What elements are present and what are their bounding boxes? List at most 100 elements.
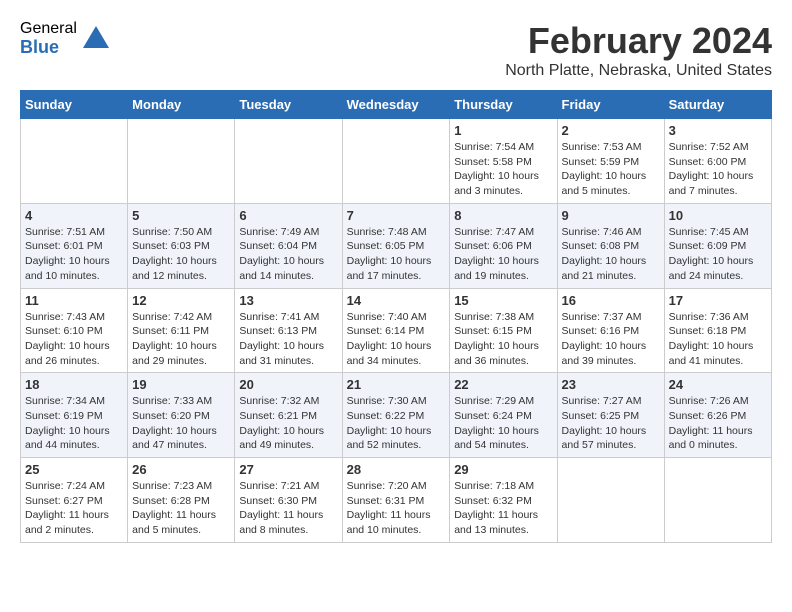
calendar-day-cell: 17 Sunrise: 7:36 AM Sunset: 6:18 PM Dayli… [664,288,771,373]
calendar-day-cell: 4 Sunrise: 7:51 AM Sunset: 6:01 PM Daylig… [21,203,128,288]
calendar-week-row: 11Sunrise: 7:43 AM Sunset: 6:10 PM Dayli… [21,288,772,373]
location: North Platte, Nebraska, United States [505,62,772,80]
day-info: Sunrise: 7:47 AM Sunset: 6:06 PM Dayligh… [454,225,552,284]
calendar-day-cell: 2Sunrise: 7:53 AM Sunset: 5:59 PM Daylig… [557,119,664,204]
calendar-day-cell: 11Sunrise: 7:43 AM Sunset: 6:10 PM Dayli… [21,288,128,373]
calendar-day-cell: 19 Sunrise: 7:33 AM Sunset: 6:20 PM Dayli… [128,373,235,458]
calendar-day-cell: 6 Sunrise: 7:49 AM Sunset: 6:04 PM Daylig… [235,203,342,288]
day-info: Sunrise: 7:18 AM Sunset: 6:32 PM Dayligh… [454,479,552,538]
day-info: Sunrise: 7:45 AM Sunset: 6:09 PM Dayligh… [669,225,767,284]
calendar-day-cell [664,458,771,543]
day-number: 19 [132,377,230,392]
calendar-day-cell: 13 Sunrise: 7:41 AM Sunset: 6:13 PM Dayli… [235,288,342,373]
day-number: 4 [25,208,123,223]
day-number: 23 [562,377,660,392]
calendar-week-row: 1 Sunrise: 7:54 AM Sunset: 5:58 PM Daylig… [21,119,772,204]
calendar-day-cell: 7Sunrise: 7:48 AM Sunset: 6:05 PM Daylig… [342,203,450,288]
day-number: 24 [669,377,767,392]
calendar-day-cell: 12 Sunrise: 7:42 AM Sunset: 6:11 PM Dayli… [128,288,235,373]
logo: General Blue [20,20,111,57]
title-section: February 2024 North Platte, Nebraska, Un… [505,20,772,80]
weekday-header: Wednesday [342,91,450,119]
calendar-day-cell: 3 Sunrise: 7:52 AM Sunset: 6:00 PM Daylig… [664,119,771,204]
logo-icon [81,24,111,54]
page-header: General Blue February 2024 North Platte,… [20,20,772,80]
day-number: 8 [454,208,552,223]
day-info: Sunrise: 7:50 AM Sunset: 6:03 PM Dayligh… [132,225,230,284]
day-info: Sunrise: 7:20 AM Sunset: 6:31 PM Dayligh… [347,479,446,538]
day-number: 10 [669,208,767,223]
calendar-day-cell [21,119,128,204]
calendar-day-cell: 10 Sunrise: 7:45 AM Sunset: 6:09 PM Dayli… [664,203,771,288]
calendar-day-cell: 18 Sunrise: 7:34 AM Sunset: 6:19 PM Dayli… [21,373,128,458]
day-number: 3 [669,123,767,138]
day-info: Sunrise: 7:46 AM Sunset: 6:08 PM Dayligh… [562,225,660,284]
calendar-day-cell: 23Sunrise: 7:27 AM Sunset: 6:25 PM Dayli… [557,373,664,458]
weekday-header: Thursday [450,91,557,119]
month-title: February 2024 [505,20,772,62]
calendar-day-cell [128,119,235,204]
weekday-header: Monday [128,91,235,119]
calendar-day-cell: 20 Sunrise: 7:32 AM Sunset: 6:21 PM Dayli… [235,373,342,458]
day-number: 21 [347,377,446,392]
logo-blue: Blue [20,38,77,58]
day-number: 14 [347,293,446,308]
day-info: Sunrise: 7:54 AM Sunset: 5:58 PM Dayligh… [454,140,552,199]
weekday-header: Friday [557,91,664,119]
day-info: Sunrise: 7:36 AM Sunset: 6:18 PM Dayligh… [669,310,767,369]
day-number: 12 [132,293,230,308]
day-info: Sunrise: 7:30 AM Sunset: 6:22 PM Dayligh… [347,394,446,453]
calendar-day-cell: 29 Sunrise: 7:18 AM Sunset: 6:32 PM Dayli… [450,458,557,543]
day-info: Sunrise: 7:40 AM Sunset: 6:14 PM Dayligh… [347,310,446,369]
day-number: 17 [669,293,767,308]
weekday-header: Sunday [21,91,128,119]
day-number: 18 [25,377,123,392]
calendar-day-cell: 26Sunrise: 7:23 AM Sunset: 6:28 PM Dayli… [128,458,235,543]
calendar-week-row: 4 Sunrise: 7:51 AM Sunset: 6:01 PM Daylig… [21,203,772,288]
weekday-header: Saturday [664,91,771,119]
day-info: Sunrise: 7:41 AM Sunset: 6:13 PM Dayligh… [239,310,337,369]
calendar-day-cell [557,458,664,543]
day-info: Sunrise: 7:38 AM Sunset: 6:15 PM Dayligh… [454,310,552,369]
day-number: 5 [132,208,230,223]
day-info: Sunrise: 7:51 AM Sunset: 6:01 PM Dayligh… [25,225,123,284]
calendar-day-cell: 28 Sunrise: 7:20 AM Sunset: 6:31 PM Dayli… [342,458,450,543]
day-number: 28 [347,462,446,477]
calendar-table: SundayMondayTuesdayWednesdayThursdayFrid… [20,90,772,543]
day-info: Sunrise: 7:42 AM Sunset: 6:11 PM Dayligh… [132,310,230,369]
day-number: 22 [454,377,552,392]
day-number: 29 [454,462,552,477]
day-number: 1 [454,123,552,138]
day-info: Sunrise: 7:37 AM Sunset: 6:16 PM Dayligh… [562,310,660,369]
calendar-day-cell: 9 Sunrise: 7:46 AM Sunset: 6:08 PM Daylig… [557,203,664,288]
calendar-day-cell [235,119,342,204]
calendar-day-cell: 21 Sunrise: 7:30 AM Sunset: 6:22 PM Dayli… [342,373,450,458]
calendar-day-cell: 16 Sunrise: 7:37 AM Sunset: 6:16 PM Dayli… [557,288,664,373]
day-number: 7 [347,208,446,223]
logo-general: General [20,20,77,38]
day-info: Sunrise: 7:33 AM Sunset: 6:20 PM Dayligh… [132,394,230,453]
calendar-day-cell: 27 Sunrise: 7:21 AM Sunset: 6:30 PM Dayli… [235,458,342,543]
day-info: Sunrise: 7:52 AM Sunset: 6:00 PM Dayligh… [669,140,767,199]
day-number: 6 [239,208,337,223]
calendar-day-cell [342,119,450,204]
logo-text: General Blue [20,20,77,57]
day-number: 16 [562,293,660,308]
calendar-day-cell: 8 Sunrise: 7:47 AM Sunset: 6:06 PM Daylig… [450,203,557,288]
calendar-day-cell: 22 Sunrise: 7:29 AM Sunset: 6:24 PM Dayli… [450,373,557,458]
day-number: 9 [562,208,660,223]
day-info: Sunrise: 7:53 AM Sunset: 5:59 PM Dayligh… [562,140,660,199]
day-number: 15 [454,293,552,308]
day-info: Sunrise: 7:49 AM Sunset: 6:04 PM Dayligh… [239,225,337,284]
day-info: Sunrise: 7:43 AM Sunset: 6:10 PM Dayligh… [25,310,123,369]
day-info: Sunrise: 7:34 AM Sunset: 6:19 PM Dayligh… [25,394,123,453]
day-number: 27 [239,462,337,477]
day-info: Sunrise: 7:29 AM Sunset: 6:24 PM Dayligh… [454,394,552,453]
day-info: Sunrise: 7:32 AM Sunset: 6:21 PM Dayligh… [239,394,337,453]
day-number: 25 [25,462,123,477]
day-info: Sunrise: 7:21 AM Sunset: 6:30 PM Dayligh… [239,479,337,538]
calendar-week-row: 18 Sunrise: 7:34 AM Sunset: 6:19 PM Dayli… [21,373,772,458]
day-number: 13 [239,293,337,308]
calendar-day-cell: 1 Sunrise: 7:54 AM Sunset: 5:58 PM Daylig… [450,119,557,204]
day-number: 20 [239,377,337,392]
